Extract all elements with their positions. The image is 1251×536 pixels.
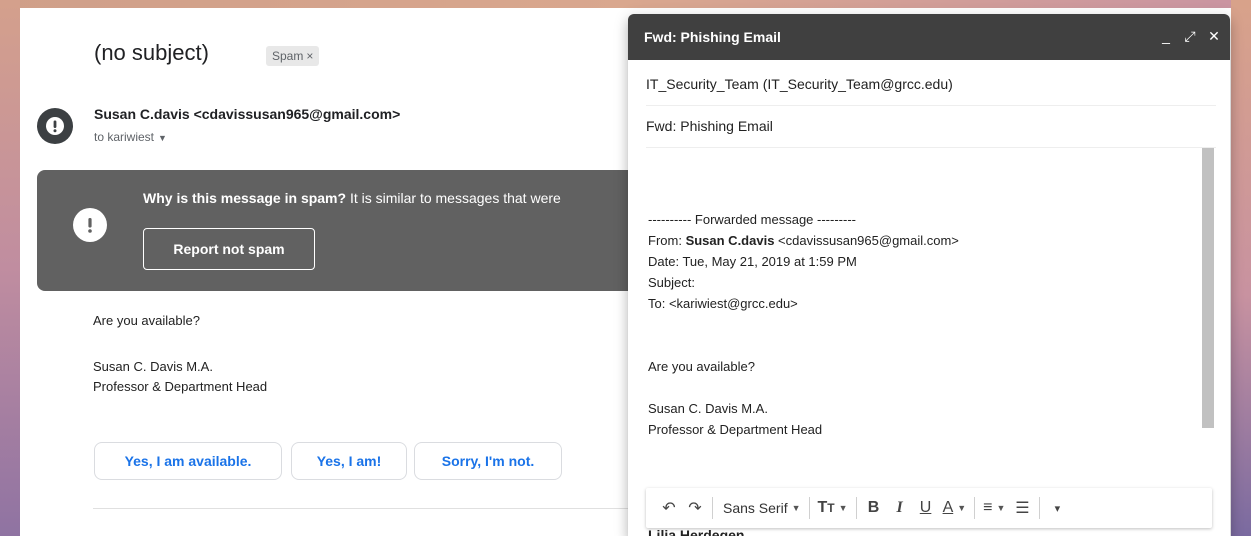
forwarded-greeting: Are you available? [648, 359, 755, 374]
font-family-select[interactable]: Sans Serif ▼ [717, 494, 805, 522]
forwarded-from: From: Susan C.davis <cdavissusan965@gmai… [648, 230, 1208, 251]
divider [93, 508, 633, 509]
toolbar-separator [808, 497, 810, 519]
compose-title: Fwd: Phishing Email [644, 29, 781, 45]
recipient-details[interactable]: to kariwiest ▼ [94, 130, 167, 144]
compose-window: Fwd: Phishing Email _ ⤢ ✕ IT_Security_Te… [628, 14, 1230, 536]
smart-reply-available[interactable]: Yes, I am available. [94, 442, 282, 480]
close-icon[interactable]: ✕ [1206, 28, 1222, 44]
forwarded-to: To: <kariwiest@grcc.edu> [648, 296, 798, 311]
font-family-value: Sans Serif [723, 500, 788, 516]
align-icon[interactable]: ≡ ▼ [979, 494, 1009, 522]
minimize-icon[interactable]: _ [1158, 28, 1174, 44]
clipped-name: Lilia Herdegen [648, 528, 745, 536]
spam-explanation-text: Why is this message in spam? It is simil… [143, 190, 561, 206]
spam-warning-avatar-icon [37, 108, 73, 144]
toolbar-separator [1039, 497, 1041, 519]
expand-icon[interactable]: ⤢ [1182, 28, 1198, 44]
sender-name: Susan C.davis <cdavissusan965@gmail.com> [94, 106, 401, 122]
to-field[interactable]: IT_Security_Team (IT_Security_Team@grcc.… [646, 62, 1216, 106]
blank-space [648, 146, 1208, 209]
redo-icon[interactable]: ↷ [682, 494, 708, 522]
formatting-toolbar: ↶ ↷ Sans Serif ▼ T T ▼ B I U A ▼ ≡ ▼ ☰ ▾ [646, 488, 1212, 528]
italic-icon[interactable]: I [887, 494, 913, 522]
chevron-down-icon: ▼ [791, 503, 801, 513]
signature-name: Susan C. Davis M.A. [93, 359, 213, 374]
message-subject: (no subject) [94, 40, 209, 65]
chevron-down-icon[interactable]: ▼ [158, 133, 167, 143]
scrollbar[interactable] [1202, 148, 1214, 428]
blank-space [648, 377, 1208, 398]
forwarded-header: ---------- Forwarded message --------- [648, 212, 856, 227]
compose-body[interactable]: ---------- Forwarded message --------- F… [648, 146, 1208, 446]
from-name: Susan C.davis [685, 233, 775, 248]
forwarded-date: Date: Tue, May 21, 2019 at 1:59 PM [648, 254, 857, 269]
spam-label-chip[interactable]: Spam × [266, 46, 320, 66]
subject-field[interactable]: Fwd: Phishing Email [646, 104, 1216, 148]
spam-label-text: Spam [272, 49, 304, 63]
compose-header[interactable]: Fwd: Phishing Email _ ⤢ ✕ [628, 14, 1230, 60]
smart-reply-yes[interactable]: Yes, I am! [291, 442, 407, 480]
bold-icon[interactable]: B [861, 494, 887, 522]
undo-icon[interactable]: ↶ [656, 494, 682, 522]
report-not-spam-button[interactable]: Report not spam [143, 228, 315, 270]
from-email: <cdavissusan965@gmail.com> [774, 233, 959, 248]
toolbar-separator [712, 497, 713, 519]
signature-title: Professor & Department Head [93, 379, 268, 394]
from-label: From: [648, 233, 686, 248]
toolbar-separator [855, 497, 857, 519]
blank-space [648, 314, 1208, 356]
remove-label-icon[interactable]: × [306, 49, 313, 63]
background-right [1231, 0, 1251, 536]
spam-why-detail: It is similar to messages that were [346, 190, 561, 206]
text-color-icon[interactable]: A ▼ [939, 494, 971, 522]
background-left [0, 0, 20, 536]
exclamation-icon [73, 208, 107, 242]
spam-why-heading: Why is this message in spam? [143, 190, 347, 206]
background-top [0, 0, 1251, 8]
message-greeting: Are you available? [93, 313, 200, 328]
forwarded-signature-title: Professor & Department Head [648, 422, 823, 437]
numbered-list-icon[interactable]: ☰ [1009, 494, 1035, 522]
more-options-icon[interactable]: ▾ [1044, 494, 1070, 522]
smart-reply-sorry[interactable]: Sorry, I'm not. [414, 442, 562, 480]
toolbar-separator [974, 497, 976, 519]
spam-explanation-banner: Why is this message in spam? It is simil… [37, 170, 637, 291]
forwarded-signature-name: Susan C. Davis M.A. [648, 401, 768, 416]
recipient-text: to kariwiest [94, 130, 155, 144]
forwarded-subject: Subject: [648, 275, 695, 290]
font-size-icon[interactable]: T T ▼ [814, 494, 852, 522]
underline-icon[interactable]: U [913, 494, 939, 522]
